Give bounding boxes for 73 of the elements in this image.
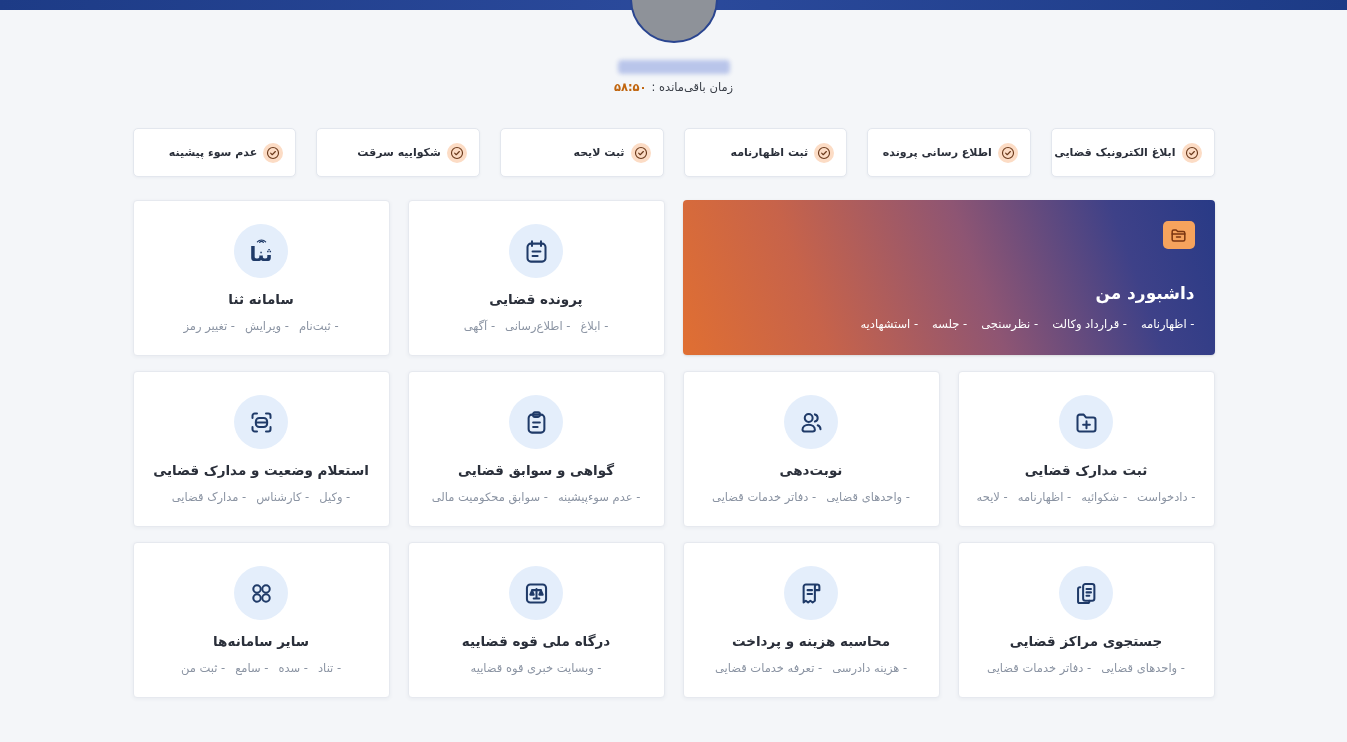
quick-link-chip[interactable]: شکواییه سرقت [316,128,480,178]
sub-link[interactable]: - سوابق محکومیت مالی [431,488,548,506]
card-title: گواهی و سوابق قضایی [458,461,614,481]
sub-link[interactable]: - سامع [235,659,269,677]
documents-icon [1059,566,1113,621]
timer-value: ۵۸:۵۰ [613,79,647,96]
logo-text: ثنا [249,243,273,266]
sub-link[interactable]: - نظرسنجی [981,316,1039,334]
sub-link[interactable]: - عدم سوء‌پیشینه [557,488,641,506]
timer-label: زمان باقی‌مانده : [651,79,734,96]
card-title: ثبت مدارک قضایی [1024,461,1148,481]
service-card[interactable]: نوبت‌دهی - واحدهای قضایی - دفاتر خدمات قضایی [682,371,940,528]
sub-link[interactable]: - مدارک قضایی [171,488,247,506]
card-title: درگاه ملی قوه قضاییه [461,632,611,652]
quick-link-chip[interactable]: اطلاع رسانی پرونده [867,128,1031,178]
service-card[interactable]: پرونده قضایی - ابلاغ - اطلاع‌رسانی - آگهی [407,200,665,357]
service-card[interactable]: گواهی و سوابق قضایی - عدم سوء‌پیشینه - سوابق محکومیت مالی [407,371,665,528]
sub-link[interactable]: - تغییر رمز [183,317,235,335]
card-title: نوبت‌دهی [779,461,843,481]
sub-link[interactable]: - وبسایت خبری قوه قضاییه [470,659,602,677]
quick-link-chip[interactable]: ثبت لایحه [499,128,664,178]
sub-link[interactable]: - ابلاغ [580,317,609,335]
sub-link[interactable]: - هزینه دادرسی [832,659,908,677]
service-card[interactable]: استعلام وضعیت و مدارک قضایی - وکیل - کارشناس - مدارک قضایی [132,371,390,528]
card-title: محاسبه هزینه و پرداخت [731,632,891,652]
quick-link-chip[interactable]: عدم سوء پیشینه [132,128,297,178]
card-title: پرونده قضایی [489,290,583,310]
service-card[interactable]: سایر سامانه‌ها - تناد - سده - سامع - ثبت من [132,542,390,699]
folder-icon [1162,221,1195,250]
clipboard-icon [509,395,563,450]
sub-link[interactable]: - شکوائیه [1081,488,1128,506]
card-title: جستجوی مراکز قضایی [1009,632,1163,652]
sub-link[interactable]: - ویرایش [245,317,289,335]
users-icon [784,395,838,450]
sub-link[interactable]: - اظهارنامه [1017,488,1072,506]
sub-link[interactable]: - سده [278,659,308,677]
sub-link[interactable]: - لایحه [976,488,1008,506]
calendar-icon [509,224,563,279]
quick-link-chip[interactable]: ابلاغ الکترونیک قضایی [1050,128,1215,178]
sub-link[interactable]: - ثبت من [180,659,226,677]
sub-link[interactable]: - دفاتر خدمات قضایی [987,659,1092,677]
sub-link[interactable]: - دفاتر خدمات قضایی [712,488,817,506]
sub-link[interactable]: - دادخواست [1137,488,1196,506]
service-card[interactable]: جستجوی مراکز قضایی - واحدهای قضایی - دفاتر خدمات قضایی [957,542,1215,699]
sub-link[interactable]: - جلسه [932,316,968,334]
sub-link[interactable]: - آگهی [463,317,496,335]
service-card[interactable]: ثبت مدارک قضایی - دادخواست - شکوائیه - اظهارنامه - لایحه [957,371,1215,528]
sub-link[interactable]: - اظهارنامه [1140,316,1195,334]
card-title: داشبورد من [1095,281,1195,306]
sub-link[interactable]: - تعرفه خدمات قضایی [714,659,823,677]
sub-link[interactable]: - قرارداد وکالت [1052,316,1127,334]
sub-link[interactable]: - کارشناس [256,488,310,506]
card-title: سامانه ثنا [228,290,294,310]
sub-link[interactable]: - ثبت‌نام [298,317,339,335]
sub-link[interactable]: - وکیل [319,488,351,506]
service-card[interactable]: ثنا سامانه ثنا - ثبت‌نام - ویرایش - تغییر رمز [132,200,390,357]
sub-link[interactable]: - اطلاع‌رسانی [505,317,571,335]
signal-arcs-icon [255,237,267,244]
sub-link[interactable]: - واحدهای قضایی [826,488,910,506]
scan-frame-icon [234,395,288,450]
scale-icon [509,566,563,621]
folder-plus-icon [1059,395,1113,450]
quick-link-chip[interactable]: ثبت اظهارنامه [683,128,848,178]
sub-link[interactable]: - استشهادیه [860,316,919,334]
card-title: سایر سامانه‌ها [213,632,309,652]
service-card[interactable]: محاسبه هزینه و پرداخت - هزینه دادرسی - تعرفه خدمات قضایی [682,542,940,699]
sub-link[interactable]: - واحدهای قضایی [1101,659,1185,677]
card-title: استعلام وضعیت و مدارک قضایی [153,461,369,481]
dashboard-card[interactable]: داشبورد من - اظهارنامه - قرارداد وکالت - نظرسنجی - جلسه - استشهادیه [682,200,1215,356]
receipt-icon [784,566,838,621]
sub-link[interactable]: - تناد [318,659,342,677]
service-card[interactable]: درگاه ملی قوه قضاییه - وبسایت خبری قوه قضاییه [407,542,665,699]
four-circles-icon [234,566,288,621]
